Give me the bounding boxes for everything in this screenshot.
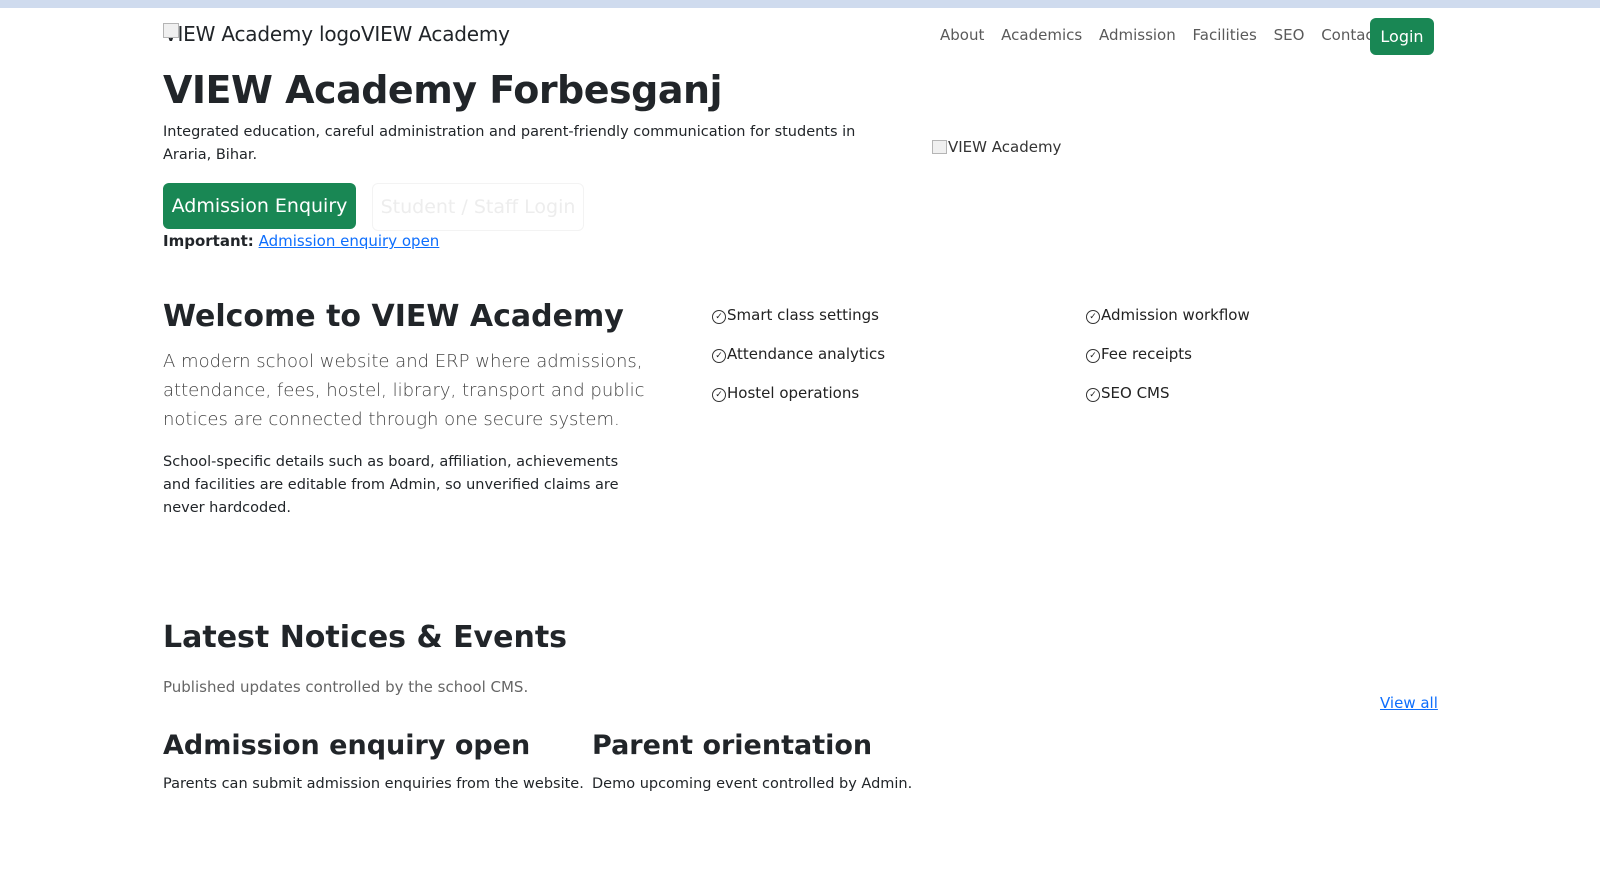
hero-title: VIEW Academy Forbesganj xyxy=(163,68,723,112)
notice-title[interactable]: Parent orientation xyxy=(592,730,872,761)
feature-item: ✓ Fee receipts xyxy=(1086,345,1192,363)
nav-facilities[interactable]: Facilities xyxy=(1193,26,1257,44)
nav-academics[interactable]: Academics xyxy=(1001,26,1082,44)
student-staff-login-button[interactable]: Student / Staff Login xyxy=(372,183,584,231)
browser-top-strip xyxy=(0,0,1600,8)
check-circle-icon: ✓ xyxy=(712,388,726,402)
view-all-link[interactable]: View all xyxy=(1380,694,1438,712)
check-circle-icon: ✓ xyxy=(1086,349,1100,363)
important-notice: Important: Admission enquiry open xyxy=(163,232,439,250)
check-circle-icon: ✓ xyxy=(1086,310,1100,324)
check-circle-icon: ✓ xyxy=(712,349,726,363)
feature-item: ✓ Smart class settings xyxy=(712,306,879,324)
welcome-lead: A modern school website and ERP where ad… xyxy=(163,351,645,430)
welcome-title: Welcome to VIEW Academy xyxy=(163,299,624,334)
notices-subtitle: Published updates controlled by the scho… xyxy=(163,678,529,696)
feature-item: ✓ Admission workflow xyxy=(1086,306,1250,324)
important-link[interactable]: Admission enquiry open xyxy=(259,232,440,250)
brand-logo-broken-image: VIEW Academy logo xyxy=(163,22,361,46)
hero-broken-image: VIEW Academy xyxy=(932,138,1061,156)
notice-text: Demo upcoming event controlled by Admin. xyxy=(592,776,913,792)
check-circle-icon: ✓ xyxy=(712,310,726,324)
feature-item: ✓ Hostel operations xyxy=(712,384,859,402)
hero-lead: Integrated education, careful administra… xyxy=(163,124,856,163)
welcome-note: School-specific details such as board, a… xyxy=(163,454,619,516)
notices-title: Latest Notices & Events xyxy=(163,620,568,655)
nav-seo[interactable]: SEO xyxy=(1274,26,1305,44)
check-circle-icon: ✓ xyxy=(1086,388,1100,402)
feature-item: ✓ SEO CMS xyxy=(1086,384,1170,402)
notice-title[interactable]: Admission enquiry open xyxy=(163,730,530,761)
notice-text: Parents can submit admission enquiries f… xyxy=(163,776,584,792)
brand-name: VIEW Academy xyxy=(360,22,510,46)
feature-item: ✓ Attendance analytics xyxy=(712,345,885,363)
login-button[interactable]: Login xyxy=(1370,18,1434,55)
brand[interactable]: VIEW Academy logoVIEW Academy xyxy=(163,22,510,46)
admission-enquiry-button[interactable]: Admission Enquiry xyxy=(163,183,356,229)
main-nav: About Academics Admission Facilities SEO… xyxy=(940,26,1392,44)
nav-about[interactable]: About xyxy=(940,26,984,44)
nav-admission[interactable]: Admission xyxy=(1099,26,1176,44)
important-label: Important: xyxy=(163,232,254,250)
